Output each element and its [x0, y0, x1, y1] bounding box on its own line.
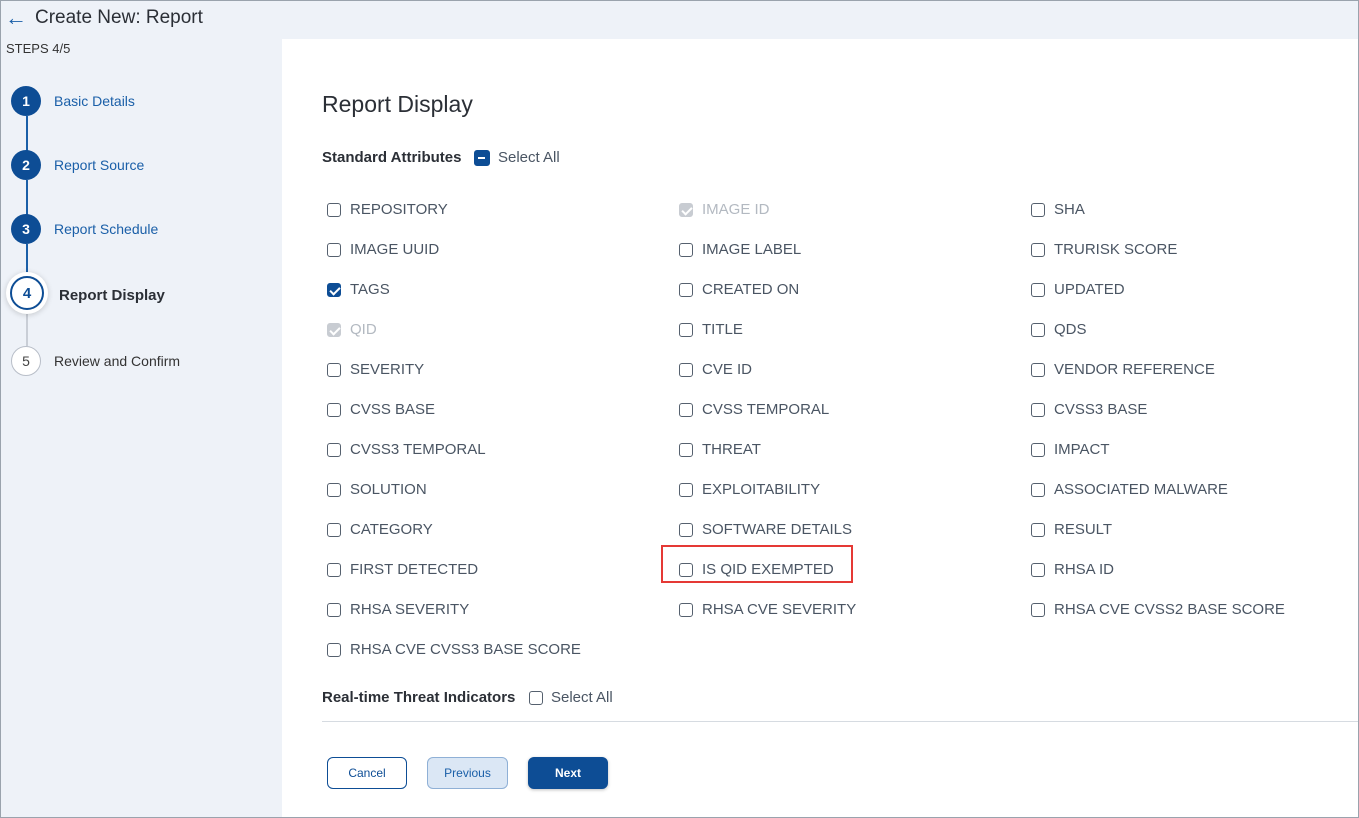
attribute-label[interactable]: RHSA CVE CVSS3 BASE SCORE: [350, 641, 581, 658]
attribute-label[interactable]: FIRST DETECTED: [350, 561, 478, 578]
attribute-checkbox[interactable]: [679, 323, 693, 337]
attribute-label: IMAGE ID: [702, 201, 770, 218]
attribute-checkbox[interactable]: [679, 443, 693, 457]
attribute-label[interactable]: UPDATED: [1054, 281, 1125, 298]
attribute-label[interactable]: CVSS BASE: [350, 401, 435, 418]
attribute-label[interactable]: RHSA CVE SEVERITY: [702, 601, 856, 618]
attribute-label[interactable]: CVE ID: [702, 361, 752, 378]
attribute-label[interactable]: CATEGORY: [350, 521, 433, 538]
step-5-indicator: 5: [11, 346, 41, 376]
attribute-checkbox[interactable]: [1031, 363, 1045, 377]
attribute-label[interactable]: SHA: [1054, 201, 1085, 218]
threat-select-all-checkbox[interactable]: [529, 691, 543, 705]
attribute-checkbox[interactable]: [679, 243, 693, 257]
attribute-label[interactable]: THREAT: [702, 441, 761, 458]
attribute-checkbox[interactable]: [327, 483, 341, 497]
attribute-checkbox[interactable]: [1031, 403, 1045, 417]
attribute-label[interactable]: RHSA SEVERITY: [350, 601, 469, 618]
attribute-checkbox[interactable]: [327, 283, 341, 297]
attribute-label[interactable]: SOLUTION: [350, 481, 427, 498]
attribute-checkbox[interactable]: [679, 403, 693, 417]
arrow-left-icon[interactable]: ←: [5, 5, 27, 31]
attribute-checkbox[interactable]: [1031, 483, 1045, 497]
attribute-label[interactable]: CREATED ON: [702, 281, 799, 298]
attribute-label[interactable]: REPOSITORY: [350, 201, 448, 218]
attribute-checkbox[interactable]: [327, 603, 341, 617]
attribute-checkbox[interactable]: [1031, 323, 1045, 337]
attribute-checkbox[interactable]: [327, 523, 341, 537]
attribute-checkbox: [679, 203, 693, 217]
attribute-checkbox[interactable]: [679, 523, 693, 537]
attribute-checkbox[interactable]: [327, 403, 341, 417]
top-bar: ← Create New: Report: [1, 1, 1358, 39]
attribute-checkbox: [327, 323, 341, 337]
attribute-checkbox[interactable]: [679, 483, 693, 497]
step-1-indicator[interactable]: 1: [11, 86, 41, 116]
standard-select-all-label[interactable]: Select All: [498, 149, 560, 166]
steps-sidebar: STEPS 4/5 1 Basic Details 2 Report Sourc…: [1, 39, 282, 817]
attribute-checkbox[interactable]: [327, 643, 341, 657]
attribute-checkbox[interactable]: [679, 363, 693, 377]
attribute-checkbox[interactable]: [679, 283, 693, 297]
highlight-annotation: [661, 545, 853, 583]
attribute-label[interactable]: RHSA ID: [1054, 561, 1114, 578]
attribute-checkbox[interactable]: [1031, 243, 1045, 257]
attribute-label[interactable]: CVSS TEMPORAL: [702, 401, 829, 418]
attribute-label[interactable]: SOFTWARE DETAILS: [702, 521, 852, 538]
attribute-checkbox[interactable]: [327, 203, 341, 217]
step-1-label[interactable]: Basic Details: [54, 93, 135, 109]
attribute-checkbox[interactable]: [1031, 563, 1045, 577]
attribute-label[interactable]: TAGS: [350, 281, 390, 298]
main-content: Report Display Standard Attributes Selec…: [282, 39, 1358, 817]
attribute-label[interactable]: ASSOCIATED MALWARE: [1054, 481, 1228, 498]
attribute-label[interactable]: SEVERITY: [350, 361, 424, 378]
standard-select-all-checkbox[interactable]: [474, 150, 490, 166]
standard-attributes-heading: Standard Attributes: [322, 149, 462, 166]
attribute-checkbox[interactable]: [679, 603, 693, 617]
attribute-checkbox[interactable]: [1031, 523, 1045, 537]
attribute-checkbox[interactable]: [327, 443, 341, 457]
step-4-indicator[interactable]: 4: [10, 276, 44, 310]
attribute-label[interactable]: VENDOR REFERENCE: [1054, 361, 1215, 378]
attribute-label[interactable]: QDS: [1054, 321, 1087, 338]
attribute-checkbox[interactable]: [1031, 203, 1045, 217]
attribute-label[interactable]: RESULT: [1054, 521, 1112, 538]
attribute-label: QID: [350, 321, 377, 338]
attribute-checkbox[interactable]: [1031, 443, 1045, 457]
step-2-label[interactable]: Report Source: [54, 157, 144, 173]
step-connector: [26, 312, 28, 346]
attribute-checkbox[interactable]: [1031, 283, 1045, 297]
step-5-label: Review and Confirm: [54, 353, 181, 369]
attribute-label[interactable]: CVSS3 BASE: [1054, 401, 1147, 418]
attribute-label[interactable]: EXPLOITABILITY: [702, 481, 820, 498]
next-button[interactable]: Next: [528, 757, 608, 789]
step-2-indicator[interactable]: 2: [11, 150, 41, 180]
attribute-checkbox[interactable]: [327, 363, 341, 377]
page-header-title: Create New: Report: [35, 7, 203, 28]
attribute-checkbox[interactable]: [327, 563, 341, 577]
step-3-indicator[interactable]: 3: [11, 214, 41, 244]
attribute-label[interactable]: IMAGE LABEL: [702, 241, 801, 258]
previous-button[interactable]: Previous: [427, 757, 508, 789]
attribute-label[interactable]: IMPACT: [1054, 441, 1110, 458]
cancel-button[interactable]: Cancel: [327, 757, 407, 789]
attribute-checkbox[interactable]: [1031, 603, 1045, 617]
step-4-label[interactable]: Report Display: [59, 287, 165, 304]
attribute-label[interactable]: TRURISK SCORE: [1054, 241, 1177, 258]
steps-count: STEPS 4/5: [6, 41, 71, 56]
page-title: Report Display: [322, 91, 473, 117]
divider: [322, 721, 1358, 722]
attribute-checkbox[interactable]: [327, 243, 341, 257]
attribute-label[interactable]: CVSS3 TEMPORAL: [350, 441, 486, 458]
step-3-label[interactable]: Report Schedule: [54, 221, 158, 237]
attribute-label[interactable]: RHSA CVE CVSS2 BASE SCORE: [1054, 601, 1285, 618]
attribute-label[interactable]: IMAGE UUID: [350, 241, 439, 258]
threat-select-all-label[interactable]: Select All: [551, 689, 613, 706]
attribute-label[interactable]: TITLE: [702, 321, 743, 338]
threat-indicators-heading: Real-time Threat Indicators: [322, 689, 516, 706]
